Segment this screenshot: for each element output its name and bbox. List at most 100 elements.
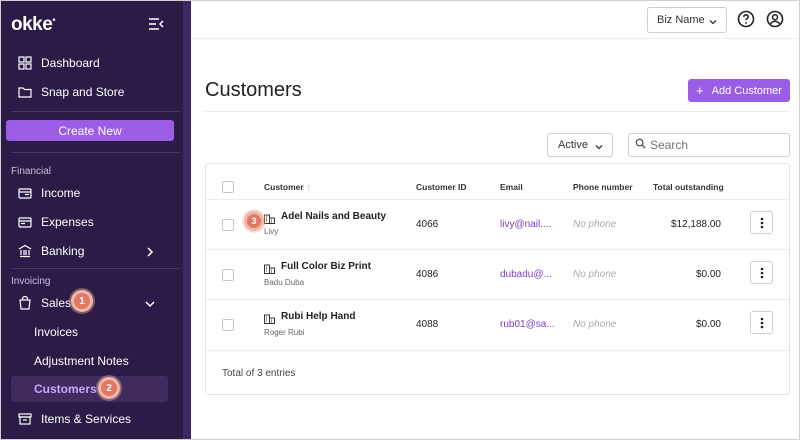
divider (11, 111, 179, 112)
search-box[interactable] (628, 133, 790, 157)
sidebar-item-expenses[interactable]: Expenses (1, 208, 183, 236)
search-icon (635, 136, 646, 154)
customer-id: 4086 (416, 269, 439, 280)
sidebar-item-label: Dashboard (41, 56, 100, 70)
chevron-down-icon (709, 17, 717, 25)
column-header-email: Email (500, 182, 523, 192)
sidebar-item-items-services[interactable]: Items & Services (1, 405, 183, 433)
more-vertical-icon (760, 317, 763, 328)
section-label-financial: Financial (11, 166, 52, 177)
help-icon[interactable] (737, 10, 755, 28)
chevron-right-icon (145, 246, 155, 257)
sidebar-item-dashboard[interactable]: Dashboard (1, 49, 183, 77)
customer-contact: Roger Rubi (264, 328, 305, 337)
building-icon (264, 311, 275, 324)
sidebar: okke• Dashboard Snap and Store Create Ne… (1, 1, 191, 439)
main-content: Customers + Add Customer Active Customer… (191, 39, 799, 439)
divider (206, 249, 789, 250)
sidebar-item-label: Expenses (41, 215, 94, 229)
column-header-customer-id: Customer ID (416, 182, 467, 192)
divider (11, 268, 179, 269)
sidebar-item-invoices[interactable]: Invoices (1, 319, 183, 345)
chevron-down-icon (145, 298, 155, 308)
more-vertical-icon (760, 267, 763, 278)
step-badge-2: 2 (98, 377, 120, 399)
sidebar-item-label: Snap and Store (41, 85, 125, 99)
step-badge-3: 3 (244, 211, 264, 231)
customer-contact: Badu Duba (264, 278, 305, 287)
customers-table: Customer ↑ Customer ID Email Phone numbe… (205, 163, 790, 395)
sidebar-item-label: Banking (41, 244, 85, 258)
customer-email[interactable]: livy@nail.... (500, 219, 551, 230)
divider (206, 199, 789, 200)
customer-id: 4088 (416, 319, 439, 330)
row-actions-button[interactable] (750, 211, 773, 234)
add-customer-button[interactable]: + Add Customer (688, 79, 790, 102)
row-actions-button[interactable] (750, 261, 773, 284)
logo: okke• (11, 14, 55, 35)
customer-name[interactable]: Full Color Biz Print (281, 261, 371, 272)
app-window: okke• Dashboard Snap and Store Create Ne… (0, 0, 800, 440)
customer-outstanding: $0.00 (695, 319, 721, 330)
section-label-invoicing: Invoicing (11, 276, 51, 287)
business-name: Biz Name (657, 14, 705, 26)
account-icon[interactable] (766, 10, 784, 28)
sidebar-item-customers[interactable]: Customers (11, 376, 168, 402)
sidebar-item-income[interactable]: Income (1, 179, 183, 207)
sidebar-edge (183, 1, 191, 439)
column-header-phone: Phone number (573, 182, 633, 192)
top-bar: Biz Name (191, 1, 799, 39)
customer-phone: No phone (573, 269, 617, 280)
select-all-checkbox[interactable] (222, 181, 234, 193)
more-vertical-icon (760, 217, 763, 228)
create-new-button[interactable]: Create New (6, 120, 174, 141)
row-checkbox[interactable] (222, 219, 234, 231)
customer-email[interactable]: dubadu@... (500, 269, 552, 280)
customer-outstanding: $12,188.00 (670, 219, 721, 230)
sidebar-item-banking[interactable]: Banking (1, 237, 183, 265)
status-filter-select[interactable]: Active (547, 133, 613, 157)
sidebar-item-label: Income (41, 186, 81, 200)
customer-outstanding: $0.00 (695, 269, 721, 280)
folder-icon (18, 85, 32, 99)
sidebar-item-adjustment-notes[interactable]: Adjustment Notes (1, 348, 183, 374)
divider (11, 152, 179, 153)
bank-icon (18, 244, 32, 258)
divider (206, 350, 789, 351)
status-filter-value: Active (558, 139, 588, 151)
building-icon (264, 261, 275, 274)
expenses-icon (18, 215, 32, 229)
search-input[interactable] (650, 138, 780, 152)
column-header-outstanding: Total outstanding (653, 182, 724, 192)
collapse-sidebar-icon[interactable] (148, 17, 164, 31)
row-checkbox[interactable] (222, 269, 234, 281)
divider (205, 111, 789, 112)
page-title: Customers (205, 79, 302, 101)
customer-contact: Livy (264, 227, 279, 236)
entries-count: Total of 3 entries (222, 368, 296, 379)
plus-icon: + (696, 83, 704, 98)
customer-phone: No phone (573, 219, 617, 230)
sidebar-item-snap-and-store[interactable]: Snap and Store (1, 78, 183, 106)
income-icon (18, 186, 32, 200)
customer-email[interactable]: rub01@sa... (500, 319, 555, 330)
sidebar-item-label: Items & Services (41, 412, 132, 426)
grid-icon (18, 56, 32, 70)
items-icon (18, 412, 32, 426)
divider (206, 299, 789, 300)
step-badge-1: 1 (71, 290, 93, 312)
column-header-customer[interactable]: Customer ↑ (264, 182, 310, 192)
building-icon (264, 211, 275, 224)
add-customer-label: Add Customer (711, 84, 782, 97)
customer-id: 4066 (416, 219, 439, 230)
customer-phone: No phone (573, 319, 617, 330)
customer-name[interactable]: Rubi Help Hand (281, 311, 355, 322)
shopping-bag-icon (18, 296, 32, 310)
customer-name[interactable]: Adel Nails and Beauty (281, 211, 386, 222)
sort-arrow-icon: ↑ (306, 182, 311, 192)
chevron-down-icon (595, 142, 603, 150)
row-checkbox[interactable] (222, 319, 234, 331)
business-selector[interactable]: Biz Name (647, 7, 727, 33)
sidebar-item-label: Sales (41, 296, 72, 310)
row-actions-button[interactable] (750, 311, 773, 334)
